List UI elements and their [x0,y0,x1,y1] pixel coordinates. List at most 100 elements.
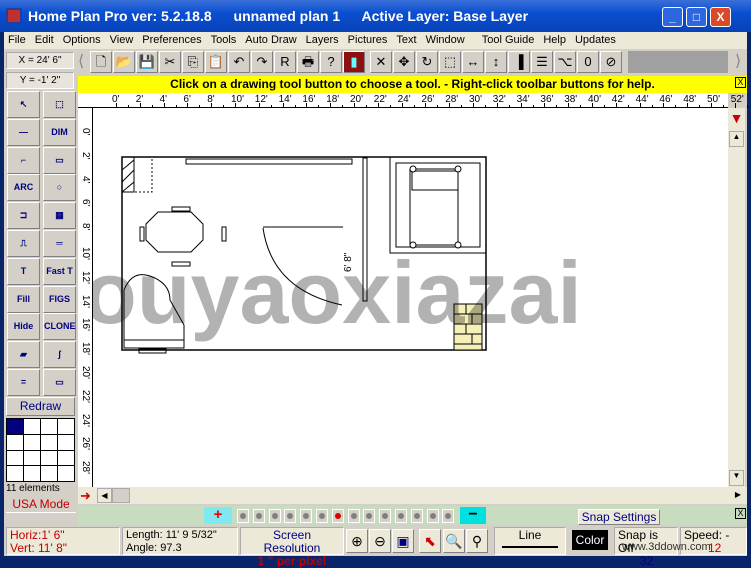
menu-tools[interactable]: Tools [207,32,242,49]
layer-dot[interactable] [363,509,376,523]
layer-cell[interactable] [7,419,23,434]
door-icon[interactable]: ▮ [343,51,365,73]
layer-cell[interactable] [58,466,74,481]
tool-button[interactable]: DIM [43,118,76,146]
layer-cell[interactable] [7,434,23,450]
tool-button[interactable]: ↖ [7,91,40,118]
move-icon[interactable]: ✥ [393,51,415,73]
resize-vertical-icon[interactable]: ↕ [485,51,507,73]
new-file-icon[interactable]: 🗋 [90,51,112,73]
drawing-canvas[interactable]: 6' 8" ouyaoxiazai [93,108,728,487]
layer-grid[interactable] [6,418,75,482]
layer-cell[interactable] [41,419,57,434]
layer-dot[interactable] [268,509,281,523]
menu-edit[interactable]: Edit [31,32,59,49]
menu-view[interactable]: View [106,32,139,49]
layer-dot[interactable] [252,509,265,523]
hint-close-button[interactable]: X [735,77,746,88]
layer-cell[interactable] [24,450,40,466]
layer-dot[interactable] [410,509,423,523]
layer-cell[interactable] [58,419,74,434]
layer-dot[interactable] [284,509,297,523]
copy-icon[interactable]: ⎘ [182,51,204,73]
tool-button[interactable]: T [7,257,40,285]
tool-button[interactable]: — [7,118,40,146]
mode-label[interactable]: USA Mode [6,497,76,513]
minimize-button[interactable]: _ [662,7,683,27]
menu-tool-guide[interactable]: Tool Guide [478,32,540,49]
add-layer-button[interactable]: + [204,507,232,524]
speed-decrease[interactable]: - [725,528,729,542]
layer-dot[interactable] [347,509,360,523]
zoom-center-button[interactable]: 🔍 [443,529,465,553]
scroll-up-button[interactable]: ▲ [729,131,744,147]
redo-icon[interactable]: ↷ [251,51,273,73]
tool-button[interactable]: ▦ [43,202,76,230]
layer-dot[interactable] [300,509,313,523]
tool-button[interactable]: ▭ [43,369,76,396]
tool-button[interactable]: CLONE [43,313,76,341]
menu-help[interactable]: Help [539,32,571,49]
cut-icon[interactable]: ✂ [159,51,181,73]
snap-settings-button[interactable]: Snap Settings [578,509,660,525]
layer-bar-close-button[interactable]: X [735,508,746,519]
close-button[interactable]: X [710,7,731,27]
tool-button[interactable]: ARC [7,174,40,202]
menu-file[interactable]: File [4,32,31,49]
tool-button[interactable]: = [7,369,40,396]
layer-cell[interactable] [24,419,40,434]
undo-zero-icon[interactable]: 0 [577,51,599,73]
tool-button[interactable]: ⊐ [7,202,40,230]
layer-dot[interactable] [331,509,344,523]
menu-preferences[interactable]: Preferences [138,32,206,49]
line-style-selector[interactable]: Line [494,527,566,555]
layer-dot[interactable] [316,509,328,523]
tool-button[interactable]: ○ [43,174,76,202]
menu-window[interactable]: Window [422,32,470,49]
layer-cell[interactable] [58,450,74,466]
zoom-multi-button[interactable]: ⚲ [466,529,488,553]
zoom-fit-button[interactable]: ▣ [392,529,414,553]
layer-cell[interactable] [24,466,40,481]
horizontal-scrollbar[interactable] [78,487,747,504]
tool-button[interactable]: Fast T [43,257,76,285]
menu-pictures[interactable]: Pictures [344,32,393,49]
paste-icon[interactable]: 📋 [205,51,227,73]
report-icon[interactable]: R [274,51,296,73]
cancel-icon[interactable]: ⊘ [600,51,622,73]
delete-icon[interactable]: ✕ [370,51,392,73]
tool-button[interactable]: ⬚ [43,91,76,118]
help-icon[interactable]: ? [320,51,342,73]
tool-button[interactable]: ʃ [43,341,76,369]
wall-icon[interactable]: ▐ [508,51,530,73]
menu-updates[interactable]: Updates [571,32,621,49]
tool-button[interactable]: FIGS [43,285,76,313]
menu-auto-draw[interactable]: Auto Draw [241,32,301,49]
layer-dot[interactable] [426,509,439,523]
toolbar-scroll-right[interactable]: ⟩ [735,51,745,73]
layer-cell[interactable] [7,466,23,481]
vertical-scrollbar[interactable] [728,108,745,487]
print-icon[interactable]: 🖶 [297,51,319,73]
tool-button[interactable]: ═ [43,230,76,257]
layer-cell[interactable] [41,466,57,481]
maximize-button[interactable]: □ [686,7,707,27]
layer-dot[interactable] [379,509,392,523]
toolbar-scroll-left[interactable]: ⟨ [78,51,88,73]
rotate-icon[interactable]: ↻ [416,51,438,73]
layer-cell[interactable] [58,434,74,450]
menu-text[interactable]: Text [392,32,421,49]
scroll-down-button[interactable]: ▼ [729,470,744,486]
layer-cell[interactable] [41,434,57,450]
tool-button[interactable]: ▭ [43,146,76,174]
save-icon[interactable]: 💾 [136,51,158,73]
layer-dot[interactable] [395,509,407,523]
scroll-right-button[interactable]: ▶ [731,488,745,503]
scroll-left-button[interactable]: ◀ [97,488,112,503]
scroll-thumb[interactable] [112,488,130,503]
layer-dot[interactable] [442,509,455,523]
undo-icon[interactable]: ↶ [228,51,250,73]
tool-button[interactable]: Hide [7,313,40,341]
tool-button[interactable]: Fill [7,285,40,313]
remove-layer-button[interactable]: − [460,507,486,524]
